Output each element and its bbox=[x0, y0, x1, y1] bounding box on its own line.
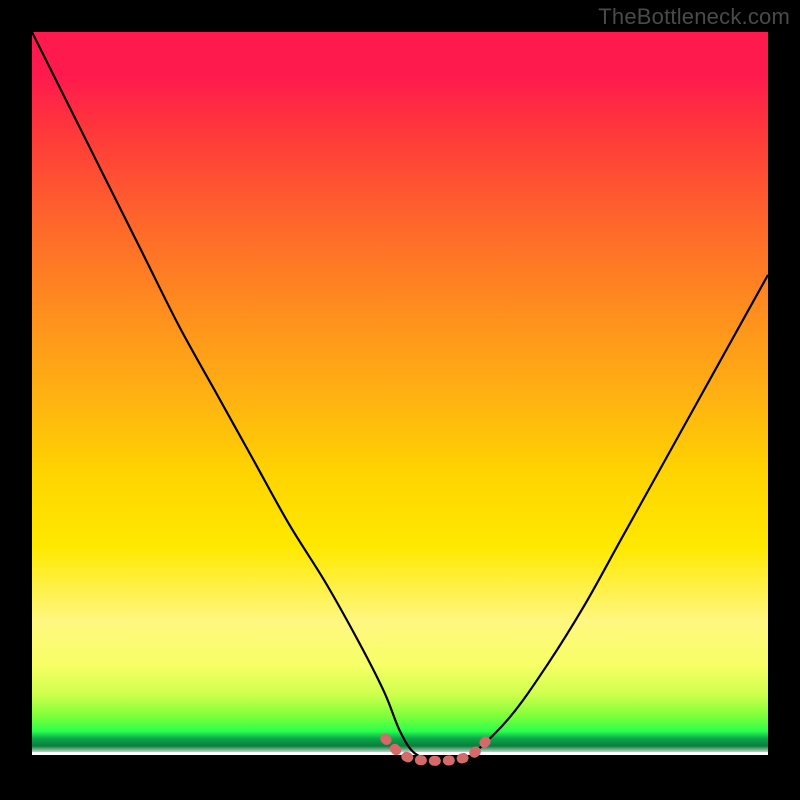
chart-frame: TheBottleneck.com bbox=[0, 0, 800, 800]
watermark-text: TheBottleneck.com bbox=[598, 4, 790, 30]
optimal-marker bbox=[385, 739, 488, 761]
curves-svg bbox=[32, 32, 768, 768]
bottleneck-curve bbox=[32, 32, 768, 762]
plot-area bbox=[32, 32, 768, 768]
